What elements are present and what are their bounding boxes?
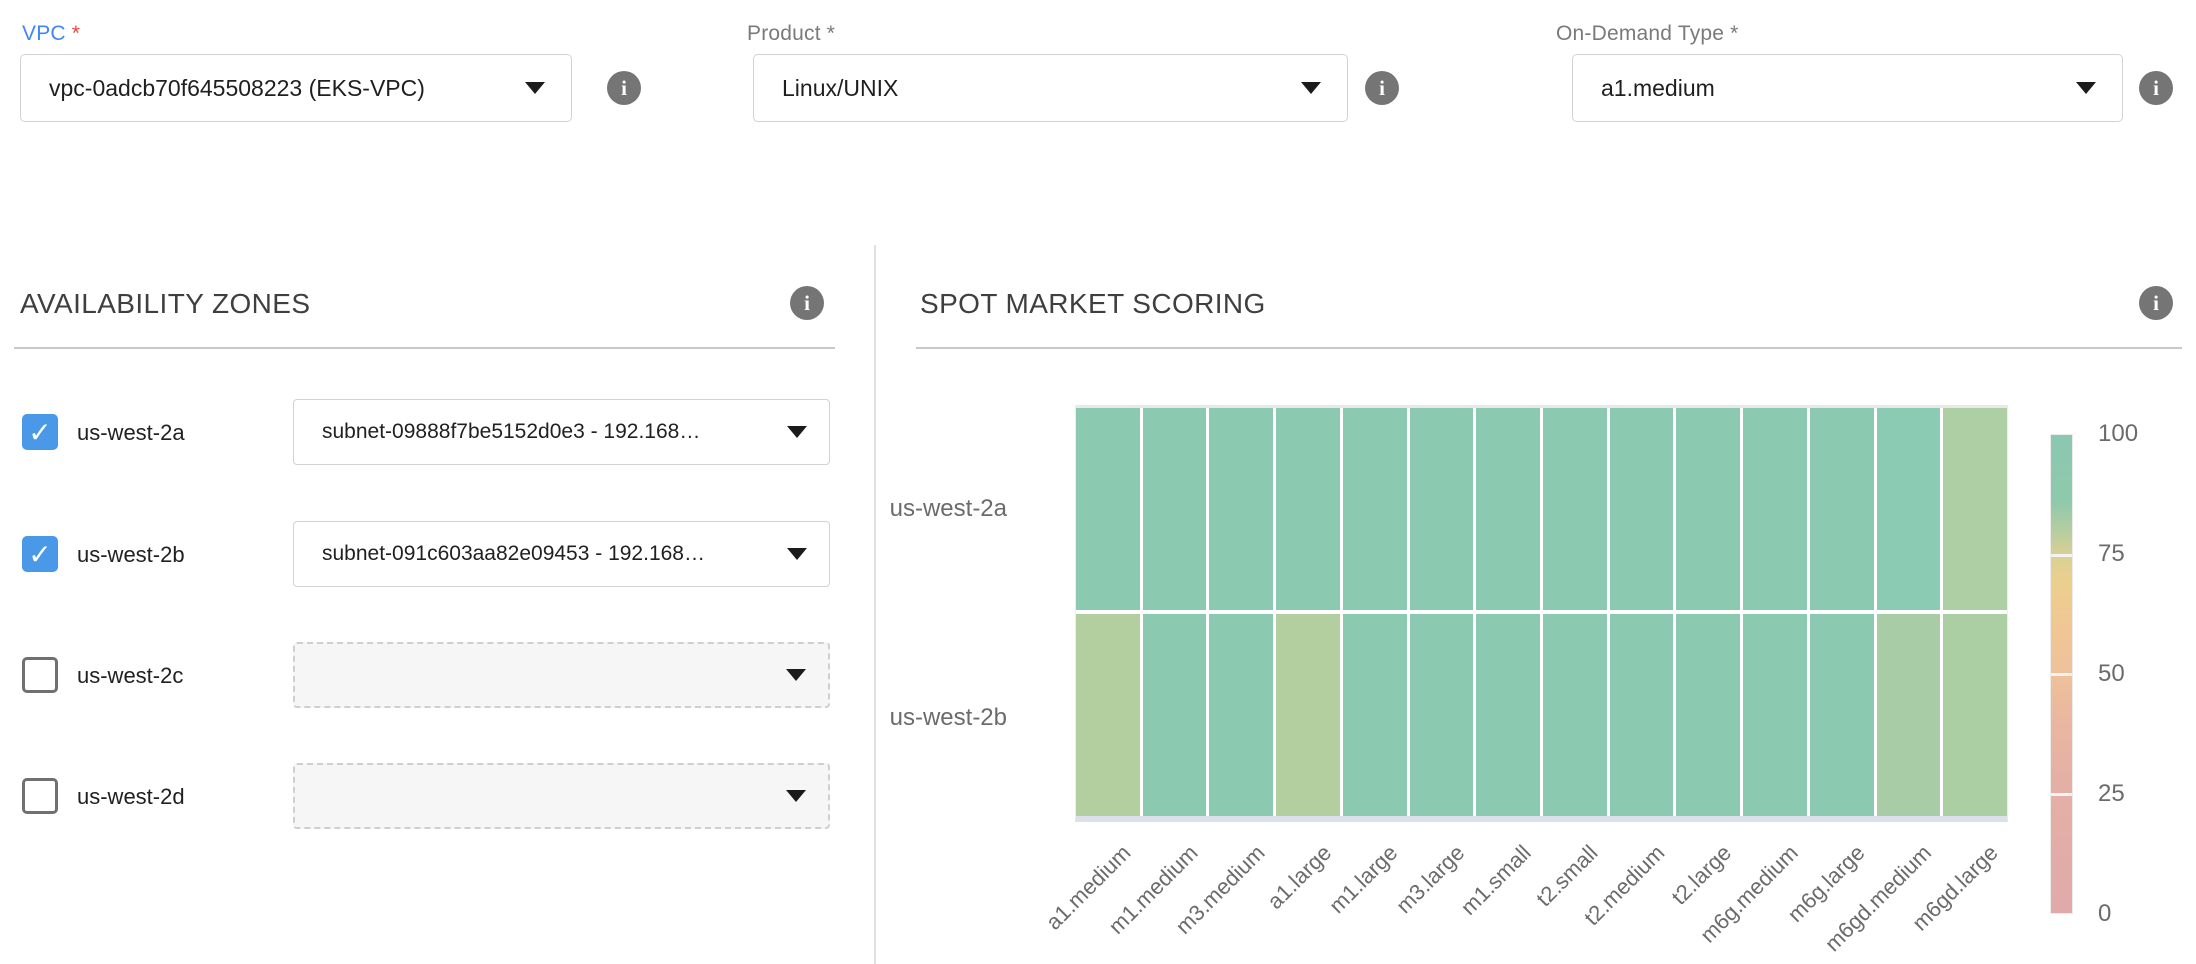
heatmap-col-label-a1.large: a1.large — [1262, 840, 1337, 915]
checkmark-icon: ✓ — [28, 416, 51, 449]
heatmap-cell-us-west-2a-a1.large — [1276, 408, 1340, 610]
heatmap-cell-us-west-2b-m1.large — [1343, 614, 1407, 816]
zone-subnet-value: subnet-09888f7be5152d0e3 - 192.168… — [294, 420, 787, 444]
chevron-down-icon — [2076, 82, 2096, 94]
colorbar-tick-label-0: 0 — [2098, 900, 2111, 928]
checkmark-icon: ✓ — [28, 538, 51, 571]
availability-zones-title: AVAILABILITY ZONES — [20, 288, 310, 320]
zone-label-us-west-2d: us-west-2d — [77, 784, 185, 810]
heatmap-cell-us-west-2a-m1.small — [1476, 408, 1540, 610]
heatmap-row-label-us-west-2a: us-west-2a — [890, 495, 1007, 523]
heatmap-cell-us-west-2b-m6g.large — [1810, 614, 1874, 816]
on-demand-type-select[interactable]: a1.medium — [1572, 54, 2123, 122]
colorbar-tickline-25 — [2051, 793, 2072, 796]
colorbar-tickline-50 — [2051, 673, 2072, 676]
zone-subnet-value: subnet-091c603aa82e09453 - 192.168… — [294, 542, 787, 566]
on-demand-type-info-icon[interactable]: i — [2139, 71, 2173, 105]
heatmap-cell-us-west-2a-m1.medium — [1143, 408, 1207, 610]
spot-market-info-icon[interactable]: i — [2139, 286, 2173, 320]
vpc-label: VPC* — [22, 22, 80, 46]
on-demand-type-label: On-Demand Type* — [1556, 22, 1739, 46]
zone-subnet-select-us-west-2a[interactable]: subnet-09888f7be5152d0e3 - 192.168… — [293, 399, 830, 465]
heatmap-cell-us-west-2b-m3.medium — [1209, 614, 1273, 816]
colorbar-tick-label-100: 100 — [2098, 420, 2138, 448]
heatmap-cell-us-west-2a-m6g.large — [1810, 408, 1874, 610]
product-label: Product* — [747, 22, 835, 46]
zone-label-us-west-2b: us-west-2b — [77, 542, 185, 568]
heatmap-row-labels: us-west-2a us-west-2b — [800, 405, 1007, 822]
zone-subnet-select-us-west-2c[interactable] — [293, 642, 830, 708]
heatmap-cell-us-west-2a-m6g.medium — [1743, 408, 1807, 610]
heatmap-col-label-m1.large: m1.large — [1324, 840, 1403, 919]
zone-checkbox-us-west-2c[interactable] — [22, 657, 58, 693]
product-select[interactable]: Linux/UNIX — [753, 54, 1348, 122]
heatmap-cell-us-west-2b-a1.medium — [1076, 614, 1140, 816]
heatmap-cell-us-west-2a-t2.small — [1543, 408, 1607, 610]
heatmap-cell-us-west-2a-a1.medium — [1076, 408, 1140, 610]
heatmap-cell-us-west-2a-m3.large — [1410, 408, 1474, 610]
heatmap-row-label-us-west-2b: us-west-2b — [890, 704, 1007, 732]
zone-label-us-west-2a: us-west-2a — [77, 420, 185, 446]
vpc-info-icon[interactable]: i — [607, 71, 641, 105]
zone-checkbox-us-west-2d[interactable] — [22, 778, 58, 814]
zone-checkbox-us-west-2a[interactable]: ✓ — [22, 414, 58, 450]
zone-subnet-select-us-west-2d[interactable] — [293, 763, 830, 829]
heatmap-cell-us-west-2a-t2.medium — [1610, 408, 1674, 610]
availability-zones-divider — [14, 347, 835, 349]
heatmap-cell-us-west-2b-m3.large — [1410, 614, 1474, 816]
product-info-icon[interactable]: i — [1365, 71, 1399, 105]
heatmap-cell-us-west-2b-m1.medium — [1143, 614, 1207, 816]
vpc-select[interactable]: vpc-0adcb70f645508223 (EKS-VPC) — [20, 54, 572, 122]
heatmap — [1076, 408, 2007, 816]
heatmap-colorbar-labels: 1007550250 — [2098, 434, 2178, 914]
spot-market-scoring-title: SPOT MARKET SCORING — [920, 288, 1266, 320]
heatmap-cell-us-west-2b-t2.large — [1676, 614, 1740, 816]
heatmap-cell-us-west-2b-m6g.medium — [1743, 614, 1807, 816]
heatmap-cell-us-west-2a-m6gd.large — [1943, 408, 2007, 610]
heatmap-cell-us-west-2a-m6gd.medium — [1877, 408, 1941, 610]
colorbar-tick-label-25: 25 — [2098, 780, 2125, 808]
chevron-down-icon — [525, 82, 545, 94]
on-demand-type-select-value: a1.medium — [1573, 75, 2076, 102]
vpc-select-value: vpc-0adcb70f645508223 (EKS-VPC) — [21, 75, 525, 102]
spot-market-divider — [916, 347, 2182, 349]
heatmap-cell-us-west-2b-m6gd.medium — [1877, 614, 1941, 816]
heatmap-colorbar — [2050, 434, 2073, 914]
zone-subnet-select-us-west-2b[interactable]: subnet-091c603aa82e09453 - 192.168… — [293, 521, 830, 587]
heatmap-cell-us-west-2b-m6gd.large — [1943, 614, 2007, 816]
colorbar-tick-label-75: 75 — [2098, 540, 2125, 568]
colorbar-tick-label-50: 50 — [2098, 660, 2125, 688]
heatmap-cell-us-west-2b-m1.small — [1476, 614, 1540, 816]
zone-label-us-west-2c: us-west-2c — [77, 663, 183, 689]
availability-zones-info-icon[interactable]: i — [790, 286, 824, 320]
heatmap-frame — [1075, 405, 2008, 822]
heatmap-cell-us-west-2b-t2.small — [1543, 614, 1607, 816]
product-select-value: Linux/UNIX — [754, 75, 1301, 102]
heatmap-col-label-m3.large: m3.large — [1391, 840, 1470, 919]
heatmap-column-labels: a1.mediumm1.mediumm3.mediuma1.largem1.la… — [1075, 822, 2008, 964]
heatmap-cell-us-west-2a-m1.large — [1343, 408, 1407, 610]
chevron-down-icon — [1301, 82, 1321, 94]
colorbar-tickline-75 — [2051, 554, 2072, 557]
heatmap-cell-us-west-2b-t2.medium — [1610, 614, 1674, 816]
heatmap-cell-us-west-2b-a1.large — [1276, 614, 1340, 816]
heatmap-cell-us-west-2a-t2.large — [1676, 408, 1740, 610]
heatmap-col-label-m1.small: m1.small — [1456, 840, 1537, 921]
zone-checkbox-us-west-2b[interactable]: ✓ — [22, 536, 58, 572]
heatmap-cell-us-west-2a-m3.medium — [1209, 408, 1273, 610]
